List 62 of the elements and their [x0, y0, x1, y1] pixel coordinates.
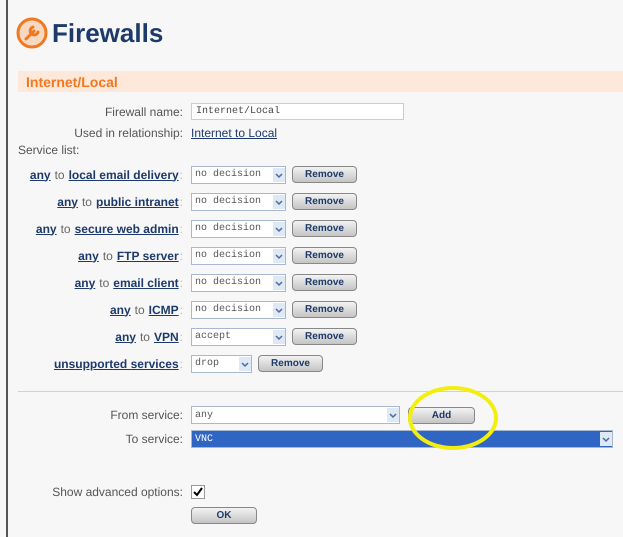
- field-label: Firewall name:: [104, 104, 183, 118]
- link[interactable]: any: [30, 168, 51, 182]
- remove-button[interactable]: Remove: [292, 166, 357, 183]
- remove-button[interactable]: Remove: [292, 274, 357, 291]
- link[interactable]: ICMP: [148, 302, 179, 316]
- link[interactable]: any: [110, 302, 131, 316]
- dropdown[interactable]: VNC: [191, 430, 613, 448]
- field-label: From service:: [110, 408, 183, 422]
- firewall-name-field[interactable]: Internet/Local: [191, 103, 404, 120]
- section-header: Internet/Local: [18, 71, 623, 92]
- dropdown[interactable]: no decision: [191, 300, 286, 318]
- joiner-text: to: [99, 276, 110, 290]
- remove-button[interactable]: Remove: [292, 220, 357, 237]
- link[interactable]: any: [36, 222, 57, 236]
- colon-text: :: [180, 194, 183, 208]
- link[interactable]: any: [57, 194, 78, 208]
- joiner-text: to: [60, 222, 71, 236]
- field-label: Used in relationship:: [74, 126, 183, 140]
- dropdown[interactable]: no decision: [191, 166, 286, 184]
- colon-text: :: [180, 168, 183, 182]
- dropdown[interactable]: any: [191, 406, 400, 424]
- colon-text: :: [180, 222, 183, 236]
- dropdown[interactable]: no decision: [191, 274, 286, 292]
- field-label: To service:: [126, 432, 183, 446]
- remove-button[interactable]: Remove: [292, 247, 357, 264]
- colon-text: :: [180, 276, 183, 290]
- page-title: Firewalls: [52, 18, 164, 48]
- link[interactable]: VPN: [154, 330, 179, 344]
- add-button[interactable]: Add: [408, 406, 475, 424]
- remove-button[interactable]: Remove: [258, 355, 323, 372]
- link[interactable]: local email delivery: [68, 168, 179, 182]
- link[interactable]: any: [74, 276, 96, 290]
- remove-button[interactable]: Remove: [292, 328, 357, 345]
- checkbox[interactable]: [191, 485, 205, 499]
- link[interactable]: unsupported services: [54, 356, 179, 370]
- joiner-text: to: [140, 330, 150, 344]
- colon-text: :: [180, 248, 183, 262]
- colon-text: :: [180, 356, 183, 370]
- ok-button[interactable]: OK: [191, 506, 257, 524]
- dropdown[interactable]: no decision: [191, 246, 286, 264]
- link[interactable]: any: [115, 330, 136, 344]
- remove-button[interactable]: Remove: [292, 301, 357, 318]
- link[interactable]: email client: [113, 276, 179, 290]
- link[interactable]: FTP server: [116, 248, 179, 262]
- service-list-label: Service list:: [18, 143, 80, 157]
- link[interactable]: any: [78, 248, 99, 262]
- remove-button[interactable]: Remove: [292, 193, 357, 210]
- link[interactable]: secure web admin: [74, 222, 179, 236]
- colon-text: :: [180, 302, 183, 316]
- joiner-text: to: [54, 168, 65, 182]
- dropdown[interactable]: no decision: [191, 192, 286, 210]
- dropdown[interactable]: accept: [191, 328, 286, 346]
- colon-text: :: [180, 330, 183, 344]
- joiner-text: to: [82, 194, 92, 208]
- link[interactable]: public intranet: [96, 194, 179, 208]
- field-label: Show advanced options:: [52, 485, 183, 499]
- dropdown[interactable]: drop: [191, 354, 252, 372]
- relationship-link[interactable]: Internet to Local: [191, 126, 278, 140]
- joiner-text: to: [102, 248, 113, 262]
- dropdown[interactable]: no decision: [191, 220, 286, 238]
- joiner-text: to: [134, 302, 145, 316]
- wrench-icon: [16, 17, 48, 49]
